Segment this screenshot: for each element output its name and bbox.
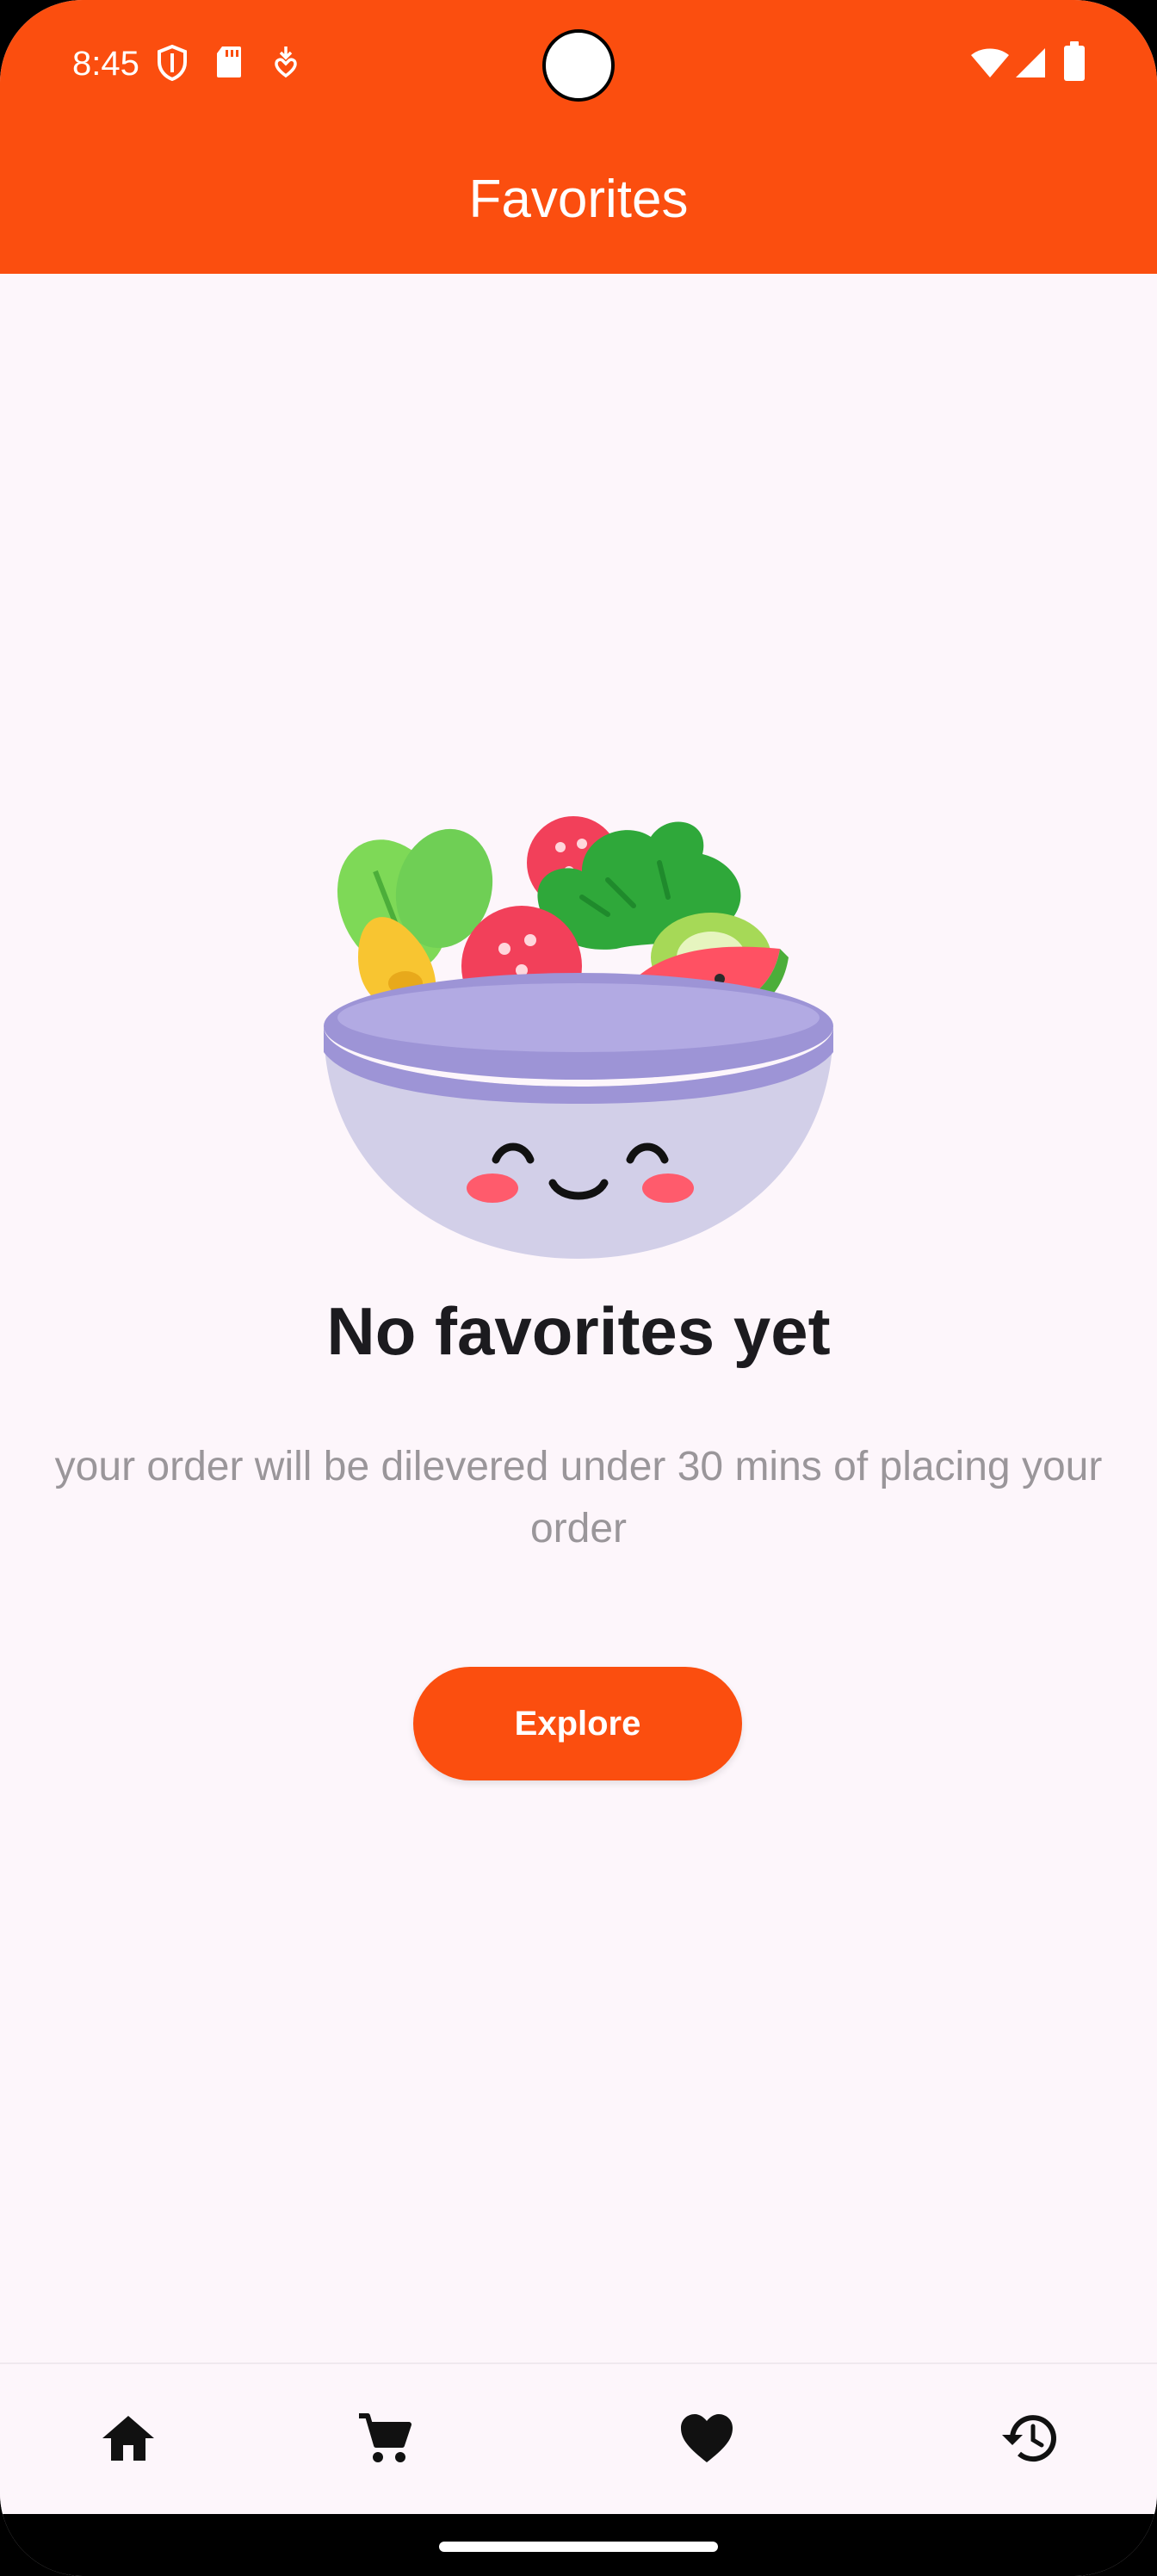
download-heart-icon (275, 46, 297, 78)
signal-icon (1016, 48, 1045, 77)
home-icon (102, 2416, 154, 2461)
nav-item-favorites[interactable] (672, 2404, 741, 2473)
shield-icon (158, 45, 187, 81)
empty-state-subtitle: your order will be dilevered under 30 mi… (54, 1444, 1103, 1551)
app-screen: 8:45 Favorites No favorites yet your ord… (0, 0, 1157, 2576)
home-gesture-handle[interactable] (439, 2542, 718, 2552)
salad-bowl-illustration (324, 816, 833, 1259)
empty-state-title: No favorites yet (326, 1293, 831, 1369)
nav-item-cart[interactable] (350, 2404, 419, 2473)
heart-icon (681, 2414, 733, 2462)
explore-button[interactable]: Explore (413, 1667, 742, 1780)
app-bar: 8:45 Favorites (0, 0, 1157, 274)
front-camera (542, 29, 615, 102)
wifi-icon (971, 48, 1009, 77)
history-icon (1002, 2415, 1056, 2462)
cart-icon (359, 2413, 411, 2462)
nav-item-home[interactable] (94, 2404, 163, 2473)
sd-card-icon (217, 46, 241, 77)
nav-item-history[interactable] (994, 2404, 1063, 2473)
page-title: Favorites (468, 170, 689, 229)
battery-icon (1064, 41, 1085, 81)
bottom-navigation (0, 2362, 1157, 2516)
status-time: 8:45 (72, 45, 139, 83)
